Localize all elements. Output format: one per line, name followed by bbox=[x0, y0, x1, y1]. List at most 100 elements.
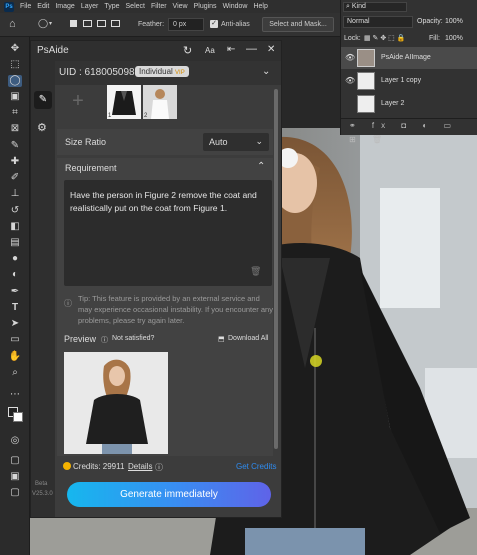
gradient-tool-icon[interactable]: ▤ bbox=[8, 237, 22, 249]
healing-brush-icon[interactable]: ✚ bbox=[8, 156, 22, 168]
menu-filter[interactable]: Filter bbox=[151, 3, 167, 10]
dodge-tool-icon[interactable]: ◐ bbox=[8, 269, 22, 281]
settings-gear-icon[interactable]: ⚙ bbox=[37, 121, 47, 134]
figure-2-thumbnail[interactable]: 2 bbox=[143, 85, 177, 119]
zoom-tool-icon[interactable]: ⌕ bbox=[8, 367, 22, 379]
opacity-label: Opacity: bbox=[417, 18, 443, 25]
frame-tool-icon[interactable]: ⊠ bbox=[8, 123, 22, 135]
pen-tool-icon[interactable]: ✒ bbox=[8, 286, 22, 298]
close-icon[interactable]: ✕ bbox=[267, 44, 275, 55]
fill-value[interactable]: 100% bbox=[445, 35, 463, 42]
subtract-selection-icon[interactable] bbox=[97, 20, 106, 27]
layer-thumbnail bbox=[357, 49, 375, 67]
move-tool-icon[interactable]: ✥ bbox=[8, 43, 22, 55]
download-icon[interactable]: ⬒ bbox=[218, 335, 225, 343]
edit-icon[interactable]: ✎ bbox=[34, 91, 52, 109]
crop-tool-icon[interactable]: ⌗ bbox=[8, 107, 22, 119]
menu-edit[interactable]: Edit bbox=[37, 3, 49, 10]
refresh-icon[interactable]: ↻ bbox=[183, 44, 192, 57]
lasso-tool-icon[interactable]: ◯ bbox=[8, 75, 22, 87]
requirement-textarea[interactable]: Have the person in Figure 2 remove the c… bbox=[64, 180, 272, 286]
trash-icon[interactable]: 🗑 bbox=[250, 266, 261, 277]
screen-mode-icon[interactable]: ▢ bbox=[8, 455, 22, 467]
figure-1-thumbnail[interactable]: 1 bbox=[107, 85, 141, 119]
object-select-icon[interactable]: ▣ bbox=[8, 91, 22, 103]
eraser-tool-icon[interactable]: ◧ bbox=[8, 221, 22, 233]
brush-tool-icon[interactable]: ✐ bbox=[8, 172, 22, 184]
type-tool-icon[interactable]: T bbox=[8, 302, 22, 314]
menu-layer[interactable]: Layer bbox=[81, 3, 99, 10]
intersect-selection-icon[interactable] bbox=[111, 20, 120, 27]
blur-tool-icon[interactable]: ● bbox=[8, 253, 22, 265]
plugin-scrollbar[interactable] bbox=[274, 89, 278, 449]
antialias-label: Anti-alias bbox=[221, 21, 250, 28]
menu-image[interactable]: Image bbox=[55, 3, 74, 10]
vip-tag: VIP bbox=[175, 70, 185, 76]
menu-help[interactable]: Help bbox=[253, 3, 267, 10]
chevron-up-icon[interactable]: ⌃ bbox=[257, 161, 265, 172]
path-select-icon[interactable]: ➤ bbox=[8, 318, 22, 330]
info-icon: ⓘ bbox=[155, 463, 163, 472]
menu-plugins[interactable]: Plugins bbox=[194, 3, 217, 10]
lasso-tool-icon[interactable]: ◯ bbox=[38, 18, 48, 29]
chevron-down-icon: ⌄ bbox=[255, 136, 263, 146]
rectangle-tool-icon[interactable]: ▭ bbox=[8, 334, 22, 346]
size-ratio-label: Size Ratio bbox=[65, 137, 107, 147]
layer-actions-bar[interactable]: ⚭ fx ◘ ◐ ▭ ⊞ 🗑 bbox=[341, 118, 477, 144]
opacity-value[interactable]: 100% bbox=[445, 18, 463, 25]
size-ratio-select[interactable]: Auto ⌄ bbox=[203, 133, 269, 151]
menu-type[interactable]: Type bbox=[104, 3, 119, 10]
chevron-down-icon[interactable]: ▾ bbox=[49, 20, 52, 27]
menu-file[interactable]: File bbox=[20, 3, 31, 10]
more-tools-icon[interactable]: ⋯ bbox=[8, 389, 22, 401]
menu-view[interactable]: View bbox=[173, 3, 188, 10]
layer-filter-select[interactable]: ⌕ Kind bbox=[343, 2, 407, 12]
screen-mode-2-icon[interactable]: ▣ bbox=[8, 471, 22, 483]
menu-window[interactable]: Window bbox=[223, 3, 248, 10]
new-selection-icon[interactable] bbox=[70, 20, 77, 27]
eyedropper-icon[interactable]: ✎ bbox=[8, 140, 22, 152]
add-image-icon[interactable]: + bbox=[65, 87, 91, 115]
feather-input[interactable]: 0 px bbox=[168, 18, 204, 31]
download-all-button[interactable]: Download All bbox=[228, 335, 268, 342]
size-ratio-row: Size Ratio Auto ⌄ bbox=[57, 129, 273, 155]
minimize-icon[interactable]: — bbox=[246, 43, 257, 55]
background-color-swatch[interactable] bbox=[13, 412, 23, 422]
add-selection-icon[interactable] bbox=[83, 20, 92, 27]
menu-select[interactable]: Select bbox=[126, 3, 145, 10]
marquee-tool-icon[interactable]: ⬚ bbox=[8, 59, 22, 71]
not-satisfied-link[interactable]: Not satisfied? bbox=[112, 335, 154, 342]
info-icon: ⓘ bbox=[64, 299, 72, 308]
layer-row[interactable]: 👁 Layer 1 copy bbox=[341, 70, 477, 92]
coin-icon bbox=[63, 462, 71, 470]
get-credits-link[interactable]: Get Credits bbox=[236, 462, 276, 471]
user-info-row: 👥 UID : 618005098 Individual VIP ⌄ bbox=[31, 61, 281, 85]
screen-mode-3-icon[interactable]: ▢ bbox=[8, 487, 22, 499]
quick-mask-icon[interactable]: ◎ bbox=[8, 435, 22, 447]
history-brush-icon[interactable]: ↺ bbox=[8, 205, 22, 217]
blend-mode-select[interactable]: Normal bbox=[343, 16, 413, 28]
plugin-title: PsAide bbox=[37, 45, 69, 56]
eye-icon[interactable]: 👁 bbox=[345, 53, 355, 62]
eye-icon[interactable]: 👁 bbox=[345, 76, 355, 85]
select-and-mask-button[interactable]: Select and Mask... bbox=[262, 17, 334, 32]
stamp-tool-icon[interactable]: ⊥ bbox=[8, 188, 22, 200]
plugin-sidebar: ✎ ⚙ Beta V25.3.0 bbox=[31, 61, 55, 517]
layer-row[interactable]: Layer 2 bbox=[341, 93, 477, 115]
font-size-icon[interactable]: Aa bbox=[205, 46, 215, 55]
chevron-down-icon[interactable]: ⌄ bbox=[262, 66, 270, 77]
antialias-checkbox[interactable]: ✓ bbox=[210, 20, 218, 28]
preview-result-image[interactable] bbox=[64, 352, 168, 454]
credits-row: Credits: 29911 Details ⓘ Get Credits bbox=[57, 461, 281, 475]
lock-label: Lock: bbox=[344, 35, 361, 42]
details-link[interactable]: Details bbox=[128, 462, 152, 471]
layer-name: Layer 1 copy bbox=[381, 77, 422, 84]
home-icon[interactable]: ⌂ bbox=[9, 18, 16, 30]
tools-panel: ✥ ⬚ ◯ ▣ ⌗ ⊠ ✎ ✚ ✐ ⊥ ↺ ◧ ▤ ● ◐ ✒ T ➤ ▭ ✋ … bbox=[0, 37, 30, 555]
layer-row[interactable]: 👁 PsAide AIImage bbox=[341, 47, 477, 69]
pin-icon[interactable]: ⇤ bbox=[227, 44, 235, 55]
kind-label: Kind bbox=[351, 3, 366, 10]
hand-tool-icon[interactable]: ✋ bbox=[8, 351, 22, 363]
generate-button[interactable]: Generate immediately bbox=[67, 482, 271, 507]
lock-icons[interactable]: ▦ ✎ ✥ ⬚ 🔒 bbox=[364, 34, 405, 42]
